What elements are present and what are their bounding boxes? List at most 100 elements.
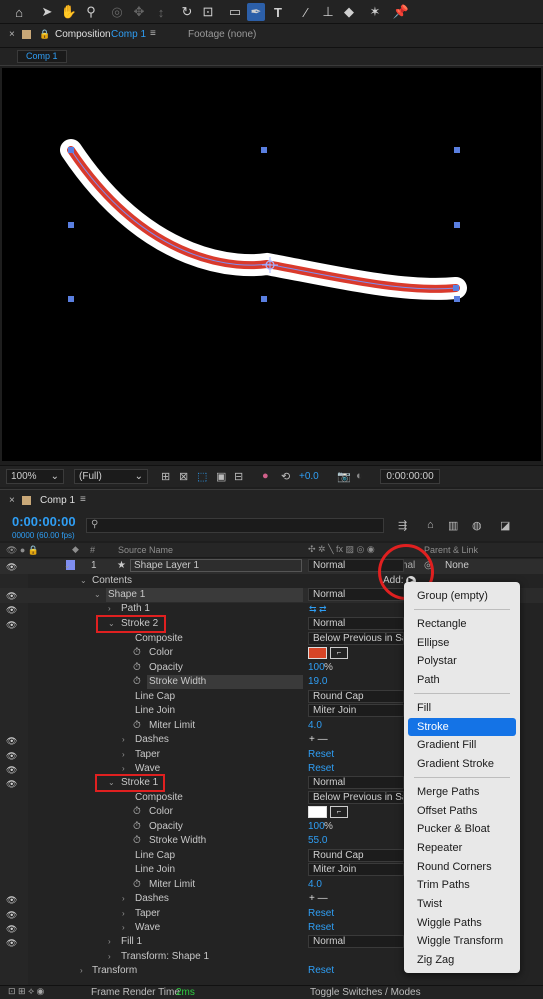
panel-menu-icon[interactable]: ≡ bbox=[150, 28, 156, 39]
transparency-grid-icon[interactable]: ⊠ bbox=[179, 470, 188, 483]
expand-triangle[interactable]: ⌄ bbox=[64, 559, 71, 573]
label-column-icon[interactable]: ◆ bbox=[72, 544, 79, 555]
eyedropper-icon[interactable]: ⌐ bbox=[330, 806, 348, 818]
eye-icon[interactable]: 👁 bbox=[6, 560, 17, 574]
stopwatch-icon[interactable]: ⏱ bbox=[133, 878, 141, 892]
pan-camera-icon[interactable]: ✥ bbox=[130, 3, 148, 21]
menu-item-path[interactable]: Path bbox=[408, 671, 516, 689]
miter-limit-value[interactable]: 4.0 bbox=[308, 719, 322, 733]
taper-reset-link[interactable]: Reset bbox=[308, 907, 334, 921]
expand-triangle[interactable]: ⌄ bbox=[94, 588, 101, 602]
stroke-width-value[interactable]: 55.0 bbox=[308, 834, 327, 848]
menu-item-wiggle-transform[interactable]: Wiggle Transform bbox=[408, 932, 516, 950]
exposure-reset-icon[interactable]: ⟲ bbox=[281, 470, 290, 483]
close-icon[interactable]: × bbox=[9, 29, 15, 40]
composition-tab-label[interactable]: Composition bbox=[55, 29, 111, 40]
mask-visibility-icon[interactable]: ⬚ bbox=[197, 470, 207, 483]
toggle-switches-modes[interactable]: Toggle Switches / Modes bbox=[310, 987, 421, 998]
stroke-width-label[interactable]: Stroke Width bbox=[147, 675, 303, 689]
eraser-tool-icon[interactable]: ◆ bbox=[340, 3, 358, 21]
color-channels-icon[interactable]: ● bbox=[262, 470, 269, 482]
composition-tab-name[interactable]: Comp 1 bbox=[111, 29, 146, 40]
stopwatch-icon[interactable]: ⏱ bbox=[133, 805, 141, 819]
timeline-toggle-icons[interactable]: ⊡ ⊞ ⟡ ◉ bbox=[8, 986, 44, 997]
stopwatch-icon[interactable]: ⏱ bbox=[133, 719, 141, 733]
stopwatch-icon[interactable]: ⏱ bbox=[133, 675, 141, 689]
eye-icon[interactable]: 👁 bbox=[6, 734, 17, 748]
layer-name[interactable]: Shape Layer 1 bbox=[130, 559, 302, 572]
menu-item-gradient-fill[interactable]: Gradient Fill bbox=[408, 736, 516, 754]
shape-path-canvas[interactable] bbox=[2, 68, 541, 461]
path-direction-icon[interactable]: ⇆ ⇄ bbox=[309, 602, 327, 616]
eye-icon[interactable]: 👁 bbox=[6, 749, 17, 763]
opacity-value[interactable]: 100 bbox=[308, 820, 325, 834]
resolution-select[interactable]: (Full) ⌄ bbox=[74, 469, 148, 484]
composite-select[interactable]: Below Previous in Sa bbox=[308, 791, 404, 804]
show-snapshot-icon[interactable]: ◐ bbox=[356, 470, 363, 482]
layer-row[interactable]: 👁 ⌄ 1 ★ Shape Layer 1 ✣ ✲ ╱ Normal ◎ Non… bbox=[0, 559, 543, 574]
parent-select[interactable]: None bbox=[445, 559, 469, 573]
line-cap-select[interactable]: Round Cap bbox=[308, 690, 404, 703]
motion-blur-icon[interactable]: ◍ bbox=[472, 519, 482, 532]
menu-item-wiggle-paths[interactable]: Wiggle Paths bbox=[408, 914, 516, 932]
expand-triangle[interactable]: › bbox=[80, 964, 83, 978]
stroke-width-value[interactable]: 19.0 bbox=[308, 675, 327, 689]
menu-item-stroke[interactable]: Stroke bbox=[408, 718, 516, 736]
eye-icon[interactable]: 👁 bbox=[6, 603, 17, 617]
pen-tool-icon[interactable]: ✒ bbox=[247, 3, 265, 21]
column-parent-link[interactable]: Parent & Link bbox=[424, 545, 478, 555]
puppet-pin-icon[interactable]: 📌 bbox=[392, 3, 410, 21]
blend-mode-select[interactable]: Normal bbox=[308, 935, 404, 948]
menu-item-offset-paths[interactable]: Offset Paths bbox=[408, 802, 516, 820]
eye-icon[interactable]: 👁 bbox=[6, 589, 17, 603]
expand-triangle[interactable]: › bbox=[122, 748, 125, 762]
stroke-1-color-swatch[interactable] bbox=[308, 806, 327, 818]
stopwatch-icon[interactable]: ⏱ bbox=[133, 834, 141, 848]
frame-blending-icon[interactable]: ▥ bbox=[448, 519, 458, 532]
brush-tool-icon[interactable]: ⁄ bbox=[297, 3, 315, 21]
miter-limit-value[interactable]: 4.0 bbox=[308, 878, 322, 892]
footage-tab[interactable]: Footage (none) bbox=[188, 29, 256, 40]
menu-item-round-corners[interactable]: Round Corners bbox=[408, 858, 516, 876]
stopwatch-icon[interactable]: ⏱ bbox=[133, 661, 141, 675]
region-of-interest-icon[interactable]: ▣ bbox=[216, 470, 226, 483]
zoom-tool-icon[interactable]: ⚲ bbox=[82, 3, 100, 21]
menu-item-repeater[interactable]: Repeater bbox=[408, 839, 516, 857]
lock-icon[interactable]: 🔒 bbox=[39, 29, 50, 40]
pan-behind-icon[interactable]: ⊡ bbox=[199, 3, 217, 21]
expand-triangle[interactable]: › bbox=[122, 733, 125, 747]
expand-triangle[interactable]: › bbox=[108, 950, 111, 964]
timeline-tab-title[interactable]: Comp 1 bbox=[40, 495, 75, 506]
magnification-select[interactable]: 100% ⌄ bbox=[6, 469, 64, 484]
comp-mini-flowchart-icon[interactable]: ⇶ bbox=[398, 519, 407, 532]
opacity-value[interactable]: 100 bbox=[308, 661, 325, 675]
composition-viewer[interactable] bbox=[2, 68, 541, 461]
shape-group-label[interactable]: Shape 1 bbox=[106, 588, 303, 602]
menu-item-twist[interactable]: Twist bbox=[408, 895, 516, 913]
stopwatch-icon[interactable]: ⏱ bbox=[133, 820, 141, 834]
menu-item-ellipse[interactable]: Ellipse bbox=[408, 634, 516, 652]
dashes-add-remove[interactable]: + — bbox=[309, 733, 328, 747]
layer-search-input[interactable]: ⚲ bbox=[86, 518, 384, 533]
home-icon[interactable]: ⌂ bbox=[10, 3, 28, 21]
expand-triangle[interactable]: ⌄ bbox=[80, 574, 87, 588]
blend-mode-select[interactable]: Normal bbox=[308, 776, 404, 789]
line-cap-select[interactable]: Round Cap bbox=[308, 849, 404, 862]
wave-reset-link[interactable]: Reset bbox=[308, 921, 334, 935]
expand-triangle[interactable]: › bbox=[122, 907, 125, 921]
menu-item-trim-paths[interactable]: Trim Paths bbox=[408, 876, 516, 894]
orbit-camera-icon[interactable]: ◎ bbox=[108, 3, 126, 21]
expand-triangle[interactable]: › bbox=[108, 602, 111, 616]
expand-triangle[interactable]: › bbox=[122, 892, 125, 906]
transform-reset-link[interactable]: Reset bbox=[308, 964, 334, 978]
dolly-camera-icon[interactable]: ↕ bbox=[152, 3, 170, 21]
expand-triangle[interactable]: › bbox=[108, 935, 111, 949]
stroke-2-color-swatch[interactable] bbox=[308, 647, 327, 659]
rotation-tool-icon[interactable]: ↻ bbox=[178, 3, 196, 21]
expand-triangle[interactable]: › bbox=[122, 921, 125, 935]
hand-tool-icon[interactable]: ✋ bbox=[60, 3, 78, 21]
eye-icon[interactable]: 👁 bbox=[6, 763, 17, 777]
draft-3d-icon[interactable]: ⌂ bbox=[427, 519, 434, 531]
stopwatch-icon[interactable]: ⏱ bbox=[133, 646, 141, 660]
close-icon[interactable]: × bbox=[9, 495, 15, 506]
